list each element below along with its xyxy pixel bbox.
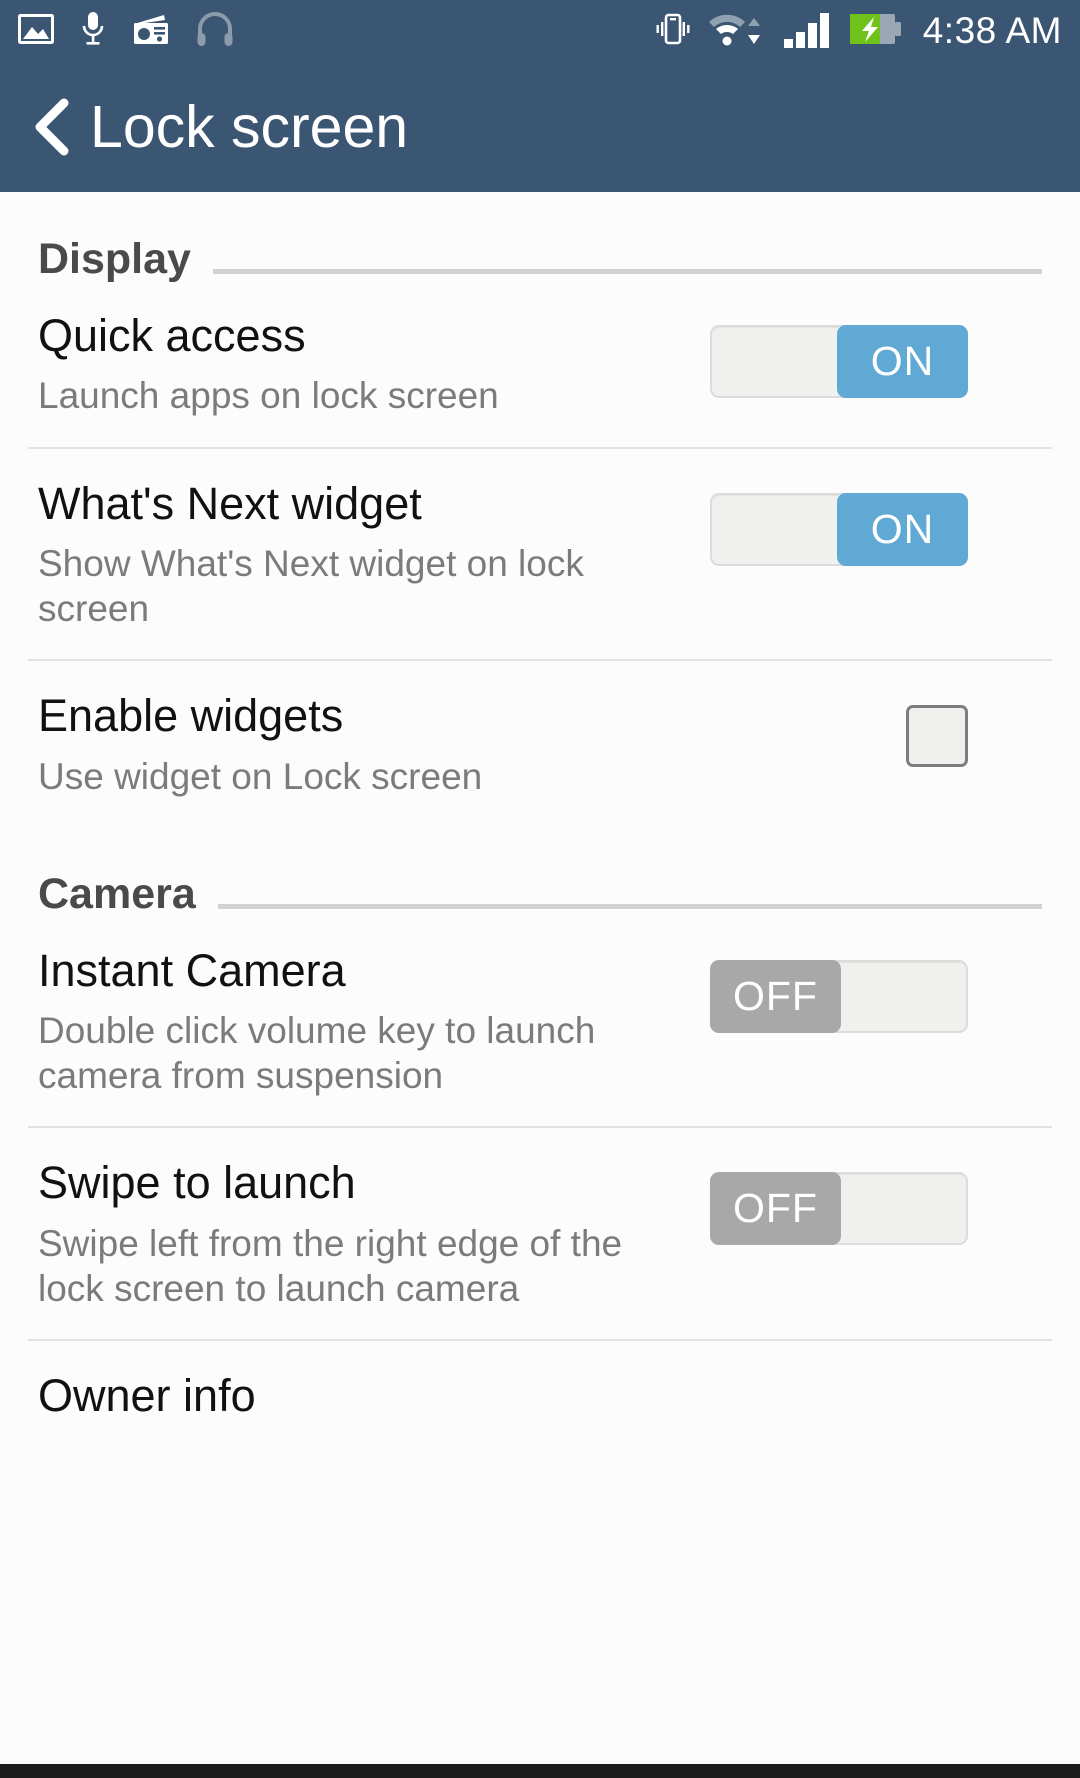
row-title: Enable widgets (38, 690, 344, 742)
setting-row-whats-next-widget[interactable]: What's Next widget Show What's Next widg… (0, 449, 1080, 660)
status-bar: 4:38 AM (0, 0, 1080, 62)
section-rule (217, 903, 1042, 909)
signal-bars-icon (783, 10, 835, 53)
lock-screen-settings-page: 4:38 AM Lock screen Display Quick access… (0, 0, 1080, 1778)
row-text: Owner info (38, 1369, 678, 1421)
row-control: ON (678, 479, 968, 566)
toggle-quick-access[interactable]: ON (710, 325, 968, 398)
setting-row-enable-widgets[interactable]: Enable widgets Use widget on Lock screen (0, 661, 1080, 827)
row-control (678, 691, 968, 768)
row-control (678, 1371, 968, 1385)
status-bar-right-icons: 4:38 AM (653, 10, 1062, 53)
checkbox-enable-widgets[interactable] (906, 705, 968, 768)
row-text: Quick access Launch apps on lock screen (38, 310, 678, 419)
row-subtitle: Use widget on Lock screen (38, 755, 483, 797)
row-title: Instant Camera (38, 944, 346, 996)
row-text: Swipe to launch Swipe left from the righ… (38, 1157, 678, 1311)
section-title-camera: Camera (38, 869, 196, 918)
toggle-whats-next-widget[interactable]: ON (710, 492, 968, 566)
row-subtitle: Swipe left from the right edge of the lo… (38, 1222, 623, 1309)
toggle-state-label: OFF (710, 1172, 841, 1246)
row-control: OFF (678, 1158, 968, 1246)
section-rule (212, 269, 1042, 274)
toggle-state-label: OFF (710, 959, 841, 1033)
row-title: What's Next widget (38, 477, 422, 529)
setting-row-quick-access[interactable]: Quick access Launch apps on lock screen … (0, 281, 1080, 447)
row-subtitle: Launch apps on lock screen (38, 375, 499, 417)
row-control: ON (678, 311, 968, 398)
row-text: What's Next widget Show What's Next widg… (38, 477, 678, 632)
headphones-icon (196, 11, 234, 51)
app-header: Lock screen (0, 62, 1080, 192)
setting-row-owner-info[interactable]: Owner info (0, 1341, 1080, 1449)
microphone-icon (80, 11, 106, 52)
status-bar-clock: 4:38 AM (922, 10, 1062, 51)
row-title: Quick access (38, 310, 306, 361)
setting-row-swipe-to-launch[interactable]: Swipe to launch Swipe left from the righ… (0, 1128, 1080, 1339)
navigation-bar (0, 1764, 1080, 1778)
status-bar-left-icons (18, 11, 234, 52)
battery-charging-icon (849, 12, 903, 51)
page-title: Lock screen (90, 94, 409, 160)
wifi-icon (707, 10, 769, 53)
back-chevron-icon[interactable] (30, 97, 76, 157)
image-icon (18, 13, 54, 49)
row-subtitle: Double click volume key to launch camera… (38, 1010, 596, 1097)
section-title-display: Display (38, 235, 191, 283)
toggle-state-label: ON (837, 492, 968, 566)
row-title: Owner info (38, 1369, 256, 1421)
row-text: Enable widgets Use widget on Lock screen (38, 690, 678, 799)
row-text: Instant Camera Double click volume key t… (38, 944, 678, 1099)
toggle-swipe-to-launch[interactable]: OFF (710, 1172, 968, 1246)
radio-icon (132, 13, 170, 50)
vibrate-icon (653, 11, 693, 52)
setting-row-instant-camera[interactable]: Instant Camera Double click volume key t… (0, 916, 1080, 1127)
row-title: Swipe to launch (38, 1157, 356, 1209)
section-header-display: Display (0, 192, 1080, 281)
row-subtitle: Show What's Next widget on lock screen (38, 542, 584, 630)
toggle-instant-camera[interactable]: OFF (710, 959, 968, 1033)
toggle-state-label: ON (837, 325, 968, 398)
settings-content: Display Quick access Launch apps on lock… (0, 192, 1080, 1450)
section-header-camera: Camera (0, 827, 1080, 916)
row-control: OFF (678, 946, 968, 1033)
